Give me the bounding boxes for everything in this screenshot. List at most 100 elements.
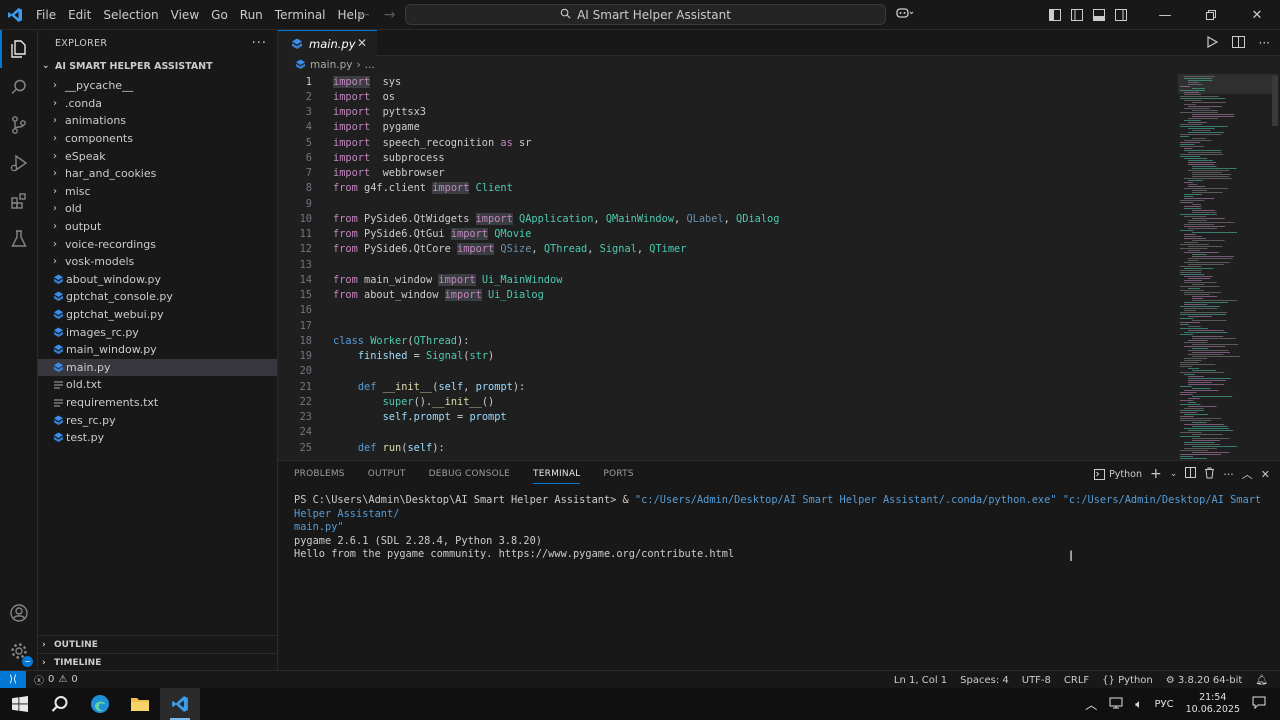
folder-item[interactable]: › .conda (38, 95, 277, 113)
folder-item[interactable]: › har_and_cookies (38, 165, 277, 183)
split-editor-icon[interactable] (1231, 35, 1245, 51)
python-interpreter[interactable]: ⚙ 3.8.20 64-bit (1166, 675, 1243, 686)
toggle-secondary-sidebar-icon[interactable] (1110, 0, 1132, 30)
tab-main-py[interactable]: main.py ✕ (278, 30, 377, 56)
breadcrumb-more[interactable]: ... (365, 59, 375, 71)
file-item[interactable]: test.py (38, 429, 277, 447)
notification-center-icon[interactable] (1252, 696, 1266, 712)
timeline-section[interactable]: › TIMELINE (38, 653, 277, 671)
file-item[interactable]: gptchat_webui.py (38, 306, 277, 324)
keyboard-language[interactable]: РУС (1154, 699, 1173, 710)
split-terminal-icon[interactable] (1185, 467, 1197, 481)
encoding[interactable]: UTF-8 (1022, 675, 1051, 686)
remote-indicator-icon[interactable]: ⟩⟨ (0, 670, 26, 689)
testing-flask-icon[interactable] (0, 220, 38, 258)
file-item[interactable]: images_rc.py (38, 323, 277, 341)
folder-item[interactable]: › output (38, 218, 277, 236)
menu-item-view[interactable]: View (165, 0, 205, 30)
run-debug-icon[interactable] (0, 144, 38, 182)
panel-tab-output[interactable]: OUTPUT (368, 461, 406, 486)
folder-item[interactable]: › eSpeak (38, 147, 277, 165)
end-of-line[interactable]: CRLF (1064, 675, 1089, 686)
explorer-icon[interactable] (0, 30, 38, 68)
file-explorer-icon[interactable] (120, 688, 160, 720)
file-item[interactable]: main.py (38, 358, 277, 377)
more-editor-actions-icon[interactable]: ··· (1259, 36, 1270, 50)
accounts-icon[interactable] (0, 594, 38, 632)
folder-item[interactable]: › vosk-models (38, 253, 277, 271)
toggle-sidebar-icon[interactable] (1066, 0, 1088, 30)
chevron-down-icon[interactable]: ⌄ (1170, 469, 1178, 479)
maximize-panel-icon[interactable]: ︿ (1242, 466, 1253, 482)
folder-item[interactable]: › __pycache__ (38, 77, 277, 95)
windows-start-icon[interactable] (0, 688, 40, 720)
menu-item-selection[interactable]: Selection (97, 0, 164, 30)
file-item[interactable]: old.txt (38, 376, 277, 394)
code-editor[interactable]: 1 import sys 2 import os 3 import pyttsx3 4 imp… (278, 74, 1178, 460)
manage-gear-icon[interactable]: − (0, 632, 38, 670)
trash-icon[interactable] (1204, 467, 1215, 482)
editor-scrollbar[interactable] (1272, 76, 1278, 126)
terminal-shell-selector[interactable]: Python (1094, 468, 1142, 480)
show-hidden-icons-icon[interactable]: ︿ (1085, 696, 1097, 713)
folder-item[interactable]: › old (38, 200, 277, 218)
volume-icon[interactable]: 🔈︎ (1135, 697, 1142, 712)
notifications-bell-icon[interactable]: 🔔︎ (1255, 675, 1268, 686)
clock[interactable]: 21:54 10.06.2025 (1186, 692, 1240, 716)
edge-browser-icon[interactable] (80, 688, 120, 720)
file-item[interactable]: requirements.txt (38, 394, 277, 412)
minimap[interactable] (1178, 74, 1280, 460)
menu-item-terminal[interactable]: Terminal (269, 0, 332, 30)
panel-tab-debug-console[interactable]: DEBUG CONSOLE (429, 461, 510, 486)
search-activity-icon[interactable] (0, 68, 38, 106)
line-number: 1 (305, 75, 312, 88)
back-arrow-icon[interactable]: ← (358, 7, 370, 23)
terminal-output[interactable]: PS C:\Users\Admin\Desktop\AI Smart Helpe… (294, 494, 1274, 562)
file-item[interactable]: main_window.py (38, 341, 277, 359)
more-panel-actions-icon[interactable]: ··· (1223, 468, 1234, 481)
breadcrumb-file[interactable]: main.py (310, 59, 352, 71)
code-line: 10 from PySide6.QtWidgets import QApplica… (278, 211, 1178, 226)
menu-item-file[interactable]: File (30, 0, 62, 30)
toggle-panel-icon[interactable] (1088, 0, 1110, 30)
close-panel-icon[interactable]: ✕ (1261, 468, 1270, 481)
menu-item-run[interactable]: Run (234, 0, 269, 30)
panel-tab-ports[interactable]: PORTS (603, 461, 633, 486)
folder-item[interactable]: › components (38, 130, 277, 148)
panel-tab-problems[interactable]: PROBLEMS (294, 461, 345, 486)
problems-indicator[interactable]: ⓧ 0 ⚠ 0 (34, 672, 78, 687)
code-token: pygame (370, 121, 420, 134)
customize-layout-icon[interactable] (1044, 0, 1066, 30)
folder-item[interactable]: › voice-recordings (38, 235, 277, 253)
panel-tab-terminal[interactable]: TERMINAL (533, 461, 581, 486)
file-item[interactable]: gptchat_console.py (38, 288, 277, 306)
source-control-icon[interactable] (0, 106, 38, 144)
network-icon[interactable] (1109, 697, 1123, 712)
file-item[interactable]: about_window.py (38, 271, 277, 289)
folder-item[interactable]: › animations (38, 112, 277, 130)
language-mode[interactable]: {} Python (1102, 675, 1153, 686)
vscode-taskbar-icon[interactable] (160, 688, 200, 720)
close-tab-icon[interactable]: ✕ (357, 36, 367, 50)
extensions-icon[interactable] (0, 182, 38, 220)
workspace-root[interactable]: ⌄ AI SMART HELPER ASSISTANT (38, 55, 277, 77)
indentation[interactable]: Spaces: 4 (960, 675, 1009, 686)
cursor-position[interactable]: Ln 1, Col 1 (894, 675, 947, 686)
taskbar-search-icon[interactable] (40, 688, 80, 720)
new-terminal-icon[interactable]: + (1150, 466, 1162, 482)
close-window-button[interactable]: ✕ (1234, 0, 1280, 30)
minimap-line (1192, 352, 1231, 353)
run-python-icon[interactable] (1206, 35, 1218, 51)
menu-item-edit[interactable]: Edit (62, 0, 97, 30)
file-item[interactable]: res_rc.py (38, 411, 277, 429)
minimize-button[interactable]: — (1142, 0, 1188, 30)
menu-item-go[interactable]: Go (205, 0, 234, 30)
command-center[interactable]: AI Smart Helper Assistant (405, 4, 886, 25)
folder-item[interactable]: › misc (38, 183, 277, 201)
forward-arrow-icon[interactable]: → (384, 7, 396, 23)
outline-section[interactable]: › OUTLINE (38, 635, 277, 653)
more-actions-icon[interactable]: ··· (252, 36, 267, 51)
restore-button[interactable] (1188, 0, 1234, 30)
copilot-icon[interactable] (896, 7, 914, 23)
line-text: import os (312, 91, 395, 103)
